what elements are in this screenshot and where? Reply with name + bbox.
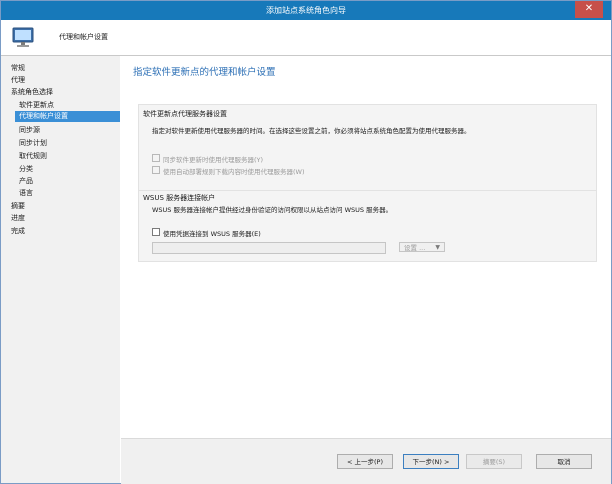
sidebar-item-proxy-account-settings[interactable]: 代理和帐户设置 [15,111,120,122]
settings-dropdown-button[interactable]: 设置 ... ▼ [399,242,445,252]
wsus-account-field[interactable] [152,242,386,254]
use-proxy-sync-label: 同步软件更新时使用代理服务器(Y) [163,156,264,164]
wizard-sidebar: 常规 代理 系统角色选择 软件更新点 代理和帐户设置 同步源 同步计划 取代规则… [1,56,120,483]
previous-button[interactable]: < 上一步(P) [337,454,393,469]
proxy-group-description: 指定对软件更新使用代理服务器的时间。在选择这些设置之前，你必须将站点系统角色配置… [152,127,471,135]
sidebar-item-classifications[interactable]: 分类 [19,164,33,174]
wizard-window: 添加站点系统角色向导 ✕ 代理和帐户设置 常规 代理 系统角色选择 软件更新点 … [0,0,612,484]
wsus-account-group: WSUS 服务器连接帐户 WSUS 服务器连接帐户提供经过身份验证的访问权限以从… [138,190,597,262]
sidebar-item-system-role-selection[interactable]: 系统角色选择 [11,87,53,97]
main-content: 指定软件更新点的代理和帐户设置 软件更新点代理服务器设置 指定对软件更新使用代理… [121,56,611,483]
wsus-group-description: WSUS 服务器连接帐户提供经过身份验证的访问权限以从站点访问 WSUS 服务器… [152,206,393,214]
window-title: 添加站点系统角色向导 [266,6,346,15]
sidebar-item-completion[interactable]: 完成 [11,226,25,236]
use-proxy-sync-checkbox[interactable] [152,154,160,162]
header-title: 代理和帐户设置 [59,33,108,41]
sidebar-item-languages[interactable]: 语言 [19,188,33,198]
use-proxy-adr-checkbox[interactable] [152,166,160,174]
sidebar-item-proxy[interactable]: 代理 [11,75,25,85]
summary-button[interactable]: 摘要(S) [466,454,522,469]
sidebar-item-progress[interactable]: 进度 [11,213,25,223]
close-button[interactable]: ✕ [575,1,603,18]
proxy-settings-group: 软件更新点代理服务器设置 指定对软件更新使用代理服务器的时间。在选择这些设置之前… [138,104,597,191]
wizard-header: 代理和帐户设置 [1,20,611,56]
sidebar-item-supersedence-rules[interactable]: 取代规则 [19,151,47,161]
sidebar-item-software-update-point[interactable]: 软件更新点 [19,100,54,110]
wsus-group-title: WSUS 服务器连接帐户 [143,194,216,202]
cancel-button[interactable]: 取消 [536,454,592,469]
sidebar-item-products[interactable]: 产品 [19,176,33,186]
sidebar-item-sync-schedule[interactable]: 同步计划 [19,138,47,148]
use-proxy-adr-label: 使用自动部署规则下载内容时使用代理服务器(W) [163,168,305,176]
settings-label: 设置 ... [404,244,426,252]
next-button[interactable]: 下一步(N) > [403,454,459,469]
sidebar-item-general[interactable]: 常规 [11,63,25,73]
use-credentials-checkbox[interactable] [152,228,160,236]
use-credentials-label: 使用凭据连接到 WSUS 服务器(E) [163,230,261,238]
page-title: 指定软件更新点的代理和帐户设置 [133,67,276,78]
sidebar-item-sync-source[interactable]: 同步源 [19,125,40,135]
wizard-footer: < 上一步(P) 下一步(N) > 摘要(S) 取消 [121,438,611,484]
sidebar-item-summary[interactable]: 摘要 [11,201,25,211]
computer-monitor-icon [12,27,34,47]
chevron-down-icon: ▼ [435,244,440,251]
title-bar[interactable]: 添加站点系统角色向导 ✕ [1,1,611,20]
proxy-group-title: 软件更新点代理服务器设置 [143,110,227,118]
